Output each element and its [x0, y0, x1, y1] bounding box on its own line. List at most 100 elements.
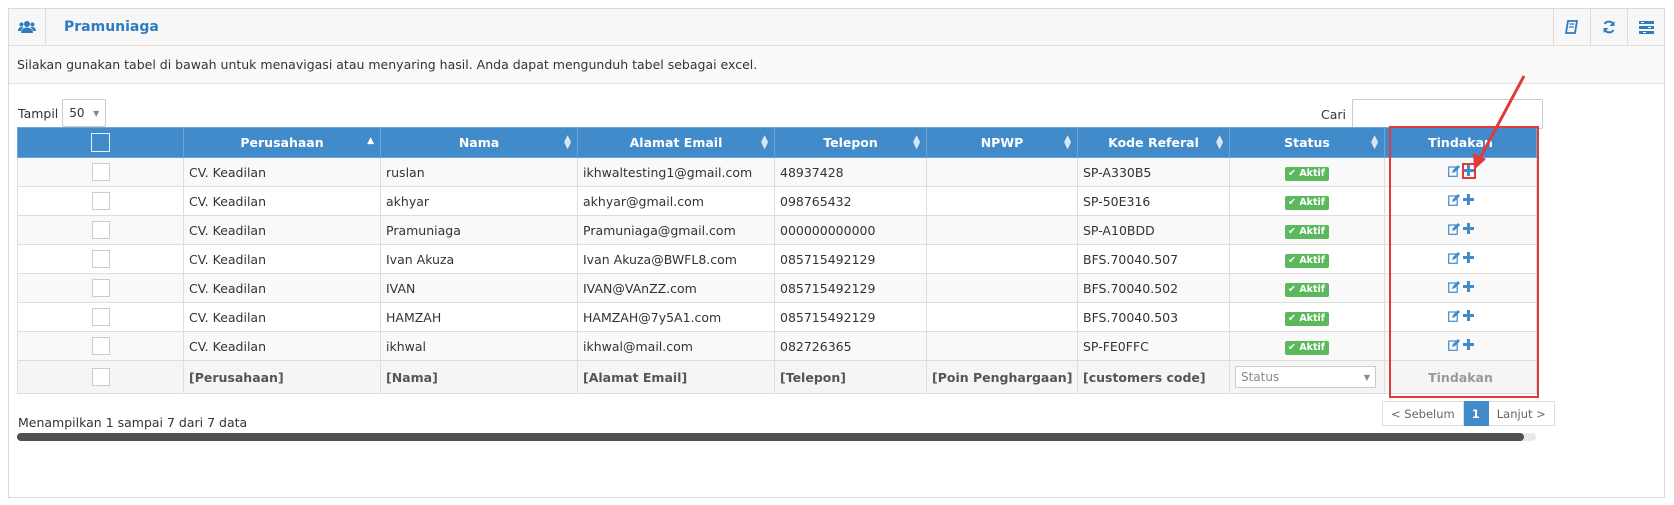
cell-kode: SP-50E316 [1077, 186, 1230, 216]
filter-telepon[interactable]: [Telepon] [774, 360, 927, 394]
scrollbar-thumb[interactable] [17, 433, 1524, 441]
filter-email[interactable]: [Alamat Email] [577, 360, 775, 394]
column-header-npwp[interactable]: NPWP ▲ ▼ [926, 127, 1078, 158]
filter-perusahaan[interactable]: [Perusahaan] [183, 360, 381, 394]
status-badge: ✔ Aktif [1285, 224, 1329, 239]
cell-status: ✔ Aktif [1229, 331, 1385, 361]
cell-email: Ivan Akuza@BWFL8.com [577, 244, 775, 274]
cell-nama: ruslan [380, 157, 578, 187]
row-checkbox[interactable] [91, 279, 110, 297]
status-badge: ✔ Aktif [1285, 253, 1329, 268]
panel-heading: Pramuniaga [9, 9, 1664, 46]
cell-perusahaan: CV. Keadilan [183, 273, 381, 303]
row-checkbox[interactable] [91, 308, 110, 326]
status-filter-select[interactable]: Status ▼ [1235, 366, 1376, 388]
row-checkbox[interactable] [91, 221, 110, 239]
cell-email: HAMZAH@7y5A1.com [577, 302, 775, 332]
cell-kode: SP-A330B5 [1077, 157, 1230, 187]
cell-nama: IVAN [380, 273, 578, 303]
length-value: 50 [69, 106, 85, 120]
status-badge: ✔ Aktif [1285, 282, 1329, 297]
sort-icon: ▲ ▼ [1216, 134, 1223, 151]
row-checkbox[interactable] [91, 368, 110, 386]
book-icon[interactable] [1553, 9, 1590, 45]
cell-perusahaan: CV. Keadilan [183, 244, 381, 274]
row-checkbox[interactable] [91, 192, 110, 210]
cell-perusahaan: CV. Keadilan [183, 331, 381, 361]
table-row: CV. Keadilan Ivan Akuza Ivan Akuza@BWFL8.c… [17, 244, 1537, 274]
row-checkbox-cell [17, 244, 184, 274]
cell-email: Pramuniaga@gmail.com [577, 215, 775, 245]
row-checkbox[interactable] [91, 250, 110, 268]
length-select[interactable]: 50 ▼ [62, 99, 107, 127]
cell-perusahaan: CV. Keadilan [183, 157, 381, 187]
select-all-checkbox[interactable] [91, 133, 110, 152]
pagination: < Sebelum 1 Lanjut > [1382, 401, 1555, 426]
filter-checkbox-cell [17, 360, 184, 394]
highlight-add-icon [1462, 163, 1476, 179]
cell-perusahaan: CV. Keadilan [183, 215, 381, 245]
length-label: Tampil [18, 105, 59, 121]
length-control: Tampil 50 ▼ [18, 99, 107, 127]
cell-telepon: 48937428 [774, 157, 927, 187]
column-header-telepon[interactable]: Telepon ▲ ▼ [774, 127, 927, 158]
cell-kode: SP-FE0FFC [1077, 331, 1230, 361]
cell-telepon: 082726365 [774, 331, 927, 361]
sort-icon: ▲ ▼ [913, 134, 920, 151]
cell-perusahaan: CV. Keadilan [183, 302, 381, 332]
cell-nama: Ivan Akuza [380, 244, 578, 274]
status-badge: ✔ Aktif [1285, 340, 1329, 355]
status-badge: ✔ Aktif [1285, 166, 1329, 181]
table-row: CV. Keadilan akhyar akhyar@gmail.com 098765… [17, 186, 1537, 216]
cell-npwp [926, 215, 1078, 245]
row-checkbox-cell [17, 215, 184, 245]
cell-kode: BFS.70040.503 [1077, 302, 1230, 332]
sort-icon: ▲ ▼ [1371, 134, 1378, 151]
cell-telepon: 085715492129 [774, 302, 927, 332]
filter-customers-code[interactable]: [customers code] [1077, 360, 1230, 394]
table-info: Menampilkan 1 sampai 7 dari 7 data [18, 415, 248, 430]
row-checkbox[interactable] [91, 337, 110, 355]
next-page-button[interactable]: Lanjut > [1488, 401, 1555, 426]
column-header-email[interactable]: Alamat Email ▲ ▼ [577, 127, 775, 158]
row-checkbox[interactable] [91, 163, 110, 181]
search-label: Cari [1321, 106, 1346, 122]
cell-telepon: 098765432 [774, 186, 927, 216]
column-header-perusahaan[interactable]: Perusahaan ▲ [183, 127, 381, 158]
cell-telepon: 085715492129 [774, 273, 927, 303]
search-input[interactable] [1352, 99, 1543, 129]
cell-email: IVAN@VAnZZ.com [577, 273, 775, 303]
refresh-icon[interactable] [1590, 9, 1627, 45]
prev-page-button[interactable]: < Sebelum [1382, 401, 1464, 426]
table-header-row: Perusahaan ▲ Nama ▲ ▼ Alamat Email ▲ ▼ Telepo… [17, 127, 1537, 158]
row-checkbox-cell [17, 186, 184, 216]
heading-tools [1553, 9, 1664, 45]
cell-perusahaan: CV. Keadilan [183, 186, 381, 216]
cell-npwp [926, 331, 1078, 361]
cell-npwp [926, 157, 1078, 187]
table-row: CV. Keadilan HAMZAH HAMZAH@7y5A1.com 085715… [17, 302, 1537, 332]
row-checkbox-cell [17, 302, 184, 332]
column-header-status[interactable]: Status ▲ ▼ [1229, 127, 1385, 158]
filter-poin[interactable]: [Poin Penghargaan] [926, 360, 1078, 394]
cell-kode: BFS.70040.502 [1077, 273, 1230, 303]
column-header-kode-referal[interactable]: Kode Referal ▲ ▼ [1077, 127, 1230, 158]
cell-telepon: 085715492129 [774, 244, 927, 274]
caret-down-icon: ▼ [93, 108, 100, 118]
filter-nama[interactable]: [Nama] [380, 360, 578, 394]
cell-status: ✔ Aktif [1229, 215, 1385, 245]
cell-kode: BFS.70040.507 [1077, 244, 1230, 274]
cell-npwp [926, 244, 1078, 274]
select-all-header[interactable] [17, 127, 184, 158]
page-1-button[interactable]: 1 [1463, 401, 1489, 426]
column-header-nama[interactable]: Nama ▲ ▼ [380, 127, 578, 158]
status-badge: ✔ Aktif [1285, 311, 1329, 326]
panel-title: Pramuniaga [64, 19, 159, 35]
horizontal-scrollbar[interactable] [17, 433, 1536, 441]
cell-nama: ikhwal [380, 331, 578, 361]
filter-status-cell: Status ▼ [1229, 360, 1385, 394]
sort-icon: ▲ ▼ [564, 134, 571, 151]
cell-email: ikhwaltesting1@gmail.com [577, 157, 775, 187]
cell-status: ✔ Aktif [1229, 302, 1385, 332]
list-settings-icon[interactable] [1627, 9, 1664, 45]
